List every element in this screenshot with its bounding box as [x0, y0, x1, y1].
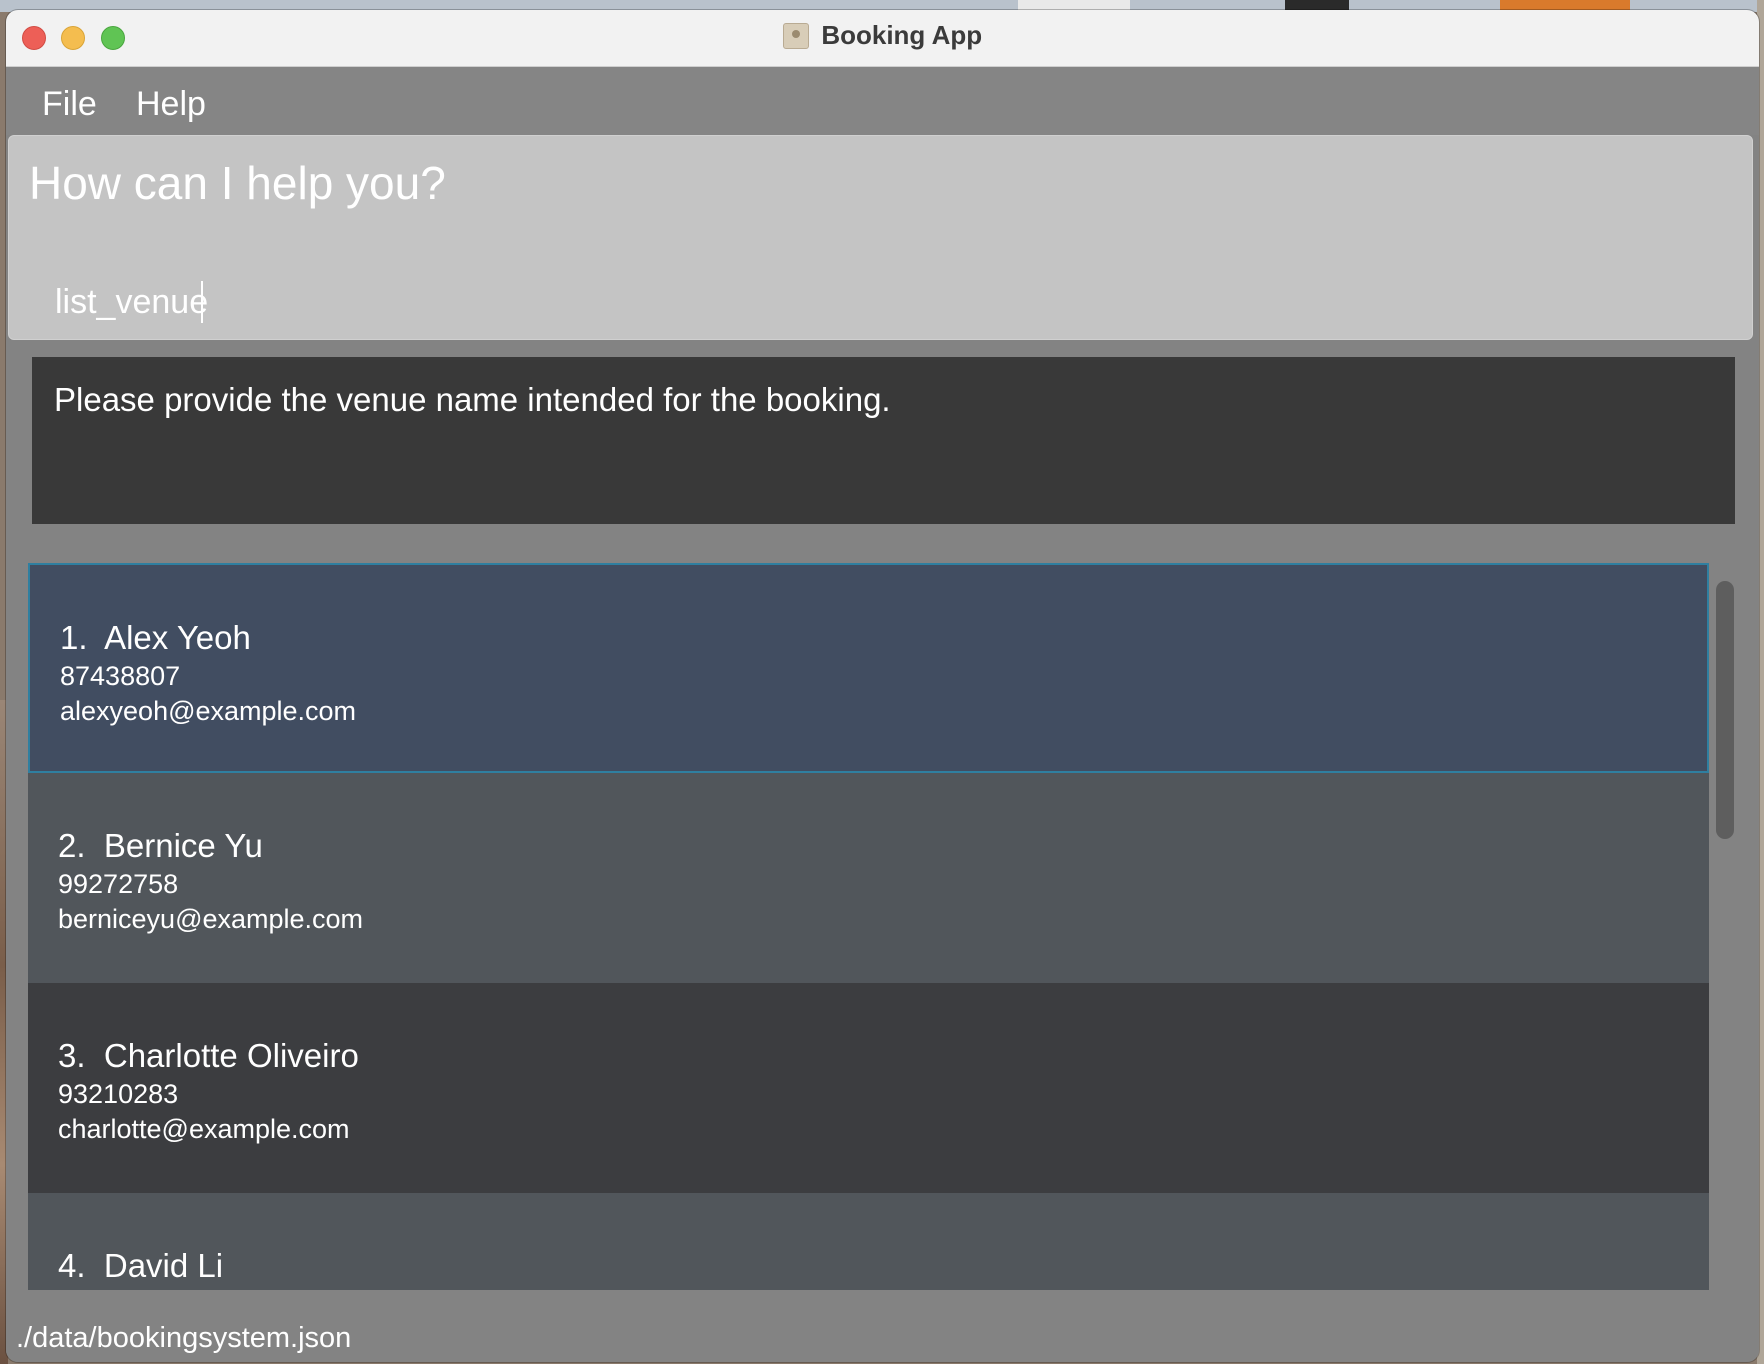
person-card[interactable]: 3. Charlotte Oliveiro 93210283 charlotte… — [28, 983, 1709, 1193]
title-bar[interactable]: Booking App — [6, 10, 1759, 67]
text-caret — [201, 281, 203, 323]
command-prompt: How can I help you? — [29, 157, 446, 209]
person-phone: 93210283 — [58, 1079, 179, 1109]
command-box: How can I help you? — [8, 135, 1753, 340]
window-title: Booking App — [821, 20, 983, 50]
list-scrollbar[interactable] — [1712, 563, 1738, 1290]
result-message: Please provide the venue name intended f… — [54, 381, 891, 418]
person-list[interactable]: 1. Alex Yeoh 87438807 alexyeoh@example.c… — [28, 563, 1709, 1290]
command-input[interactable] — [29, 271, 1739, 333]
scrollbar-thumb[interactable] — [1716, 581, 1734, 839]
result-display: Please provide the venue name intended f… — [32, 357, 1735, 524]
window-title-group: Booking App — [6, 20, 1759, 51]
person-email: alexyeoh@example.com — [60, 696, 357, 726]
menu-bar: File Help — [6, 67, 1759, 135]
person-email: charlotte@example.com — [58, 1114, 350, 1144]
desktop-thumbnail — [1285, 0, 1349, 10]
person-phone: 99272758 — [58, 869, 179, 899]
person-card[interactable]: 4. David Li — [28, 1193, 1709, 1290]
person-card-selected[interactable]: 1. Alex Yeoh 87438807 alexyeoh@example.c… — [28, 563, 1709, 773]
app-window: Booking App File Help How can I help you… — [6, 10, 1759, 1362]
person-name: 2. Bernice Yu — [58, 827, 263, 864]
data-file-path: ./data/bookingsystem.json — [16, 1322, 352, 1354]
person-phone: 87438807 — [60, 661, 181, 691]
desktop-thumbnail — [1018, 0, 1130, 10]
person-name: 3. Charlotte Oliveiro — [58, 1037, 359, 1074]
person-name: 1. Alex Yeoh — [60, 619, 251, 656]
status-bar: ./data/bookingsystem.json — [6, 1300, 1759, 1362]
menu-help[interactable]: Help — [136, 85, 206, 124]
address-book-icon — [782, 22, 809, 49]
person-card[interactable]: 2. Bernice Yu 99272758 berniceyu@example… — [28, 773, 1709, 983]
menu-file[interactable]: File — [42, 85, 97, 124]
person-email: berniceyu@example.com — [58, 904, 364, 934]
person-name: 4. David Li — [58, 1247, 224, 1284]
desktop-thumbnail — [1500, 0, 1630, 10]
